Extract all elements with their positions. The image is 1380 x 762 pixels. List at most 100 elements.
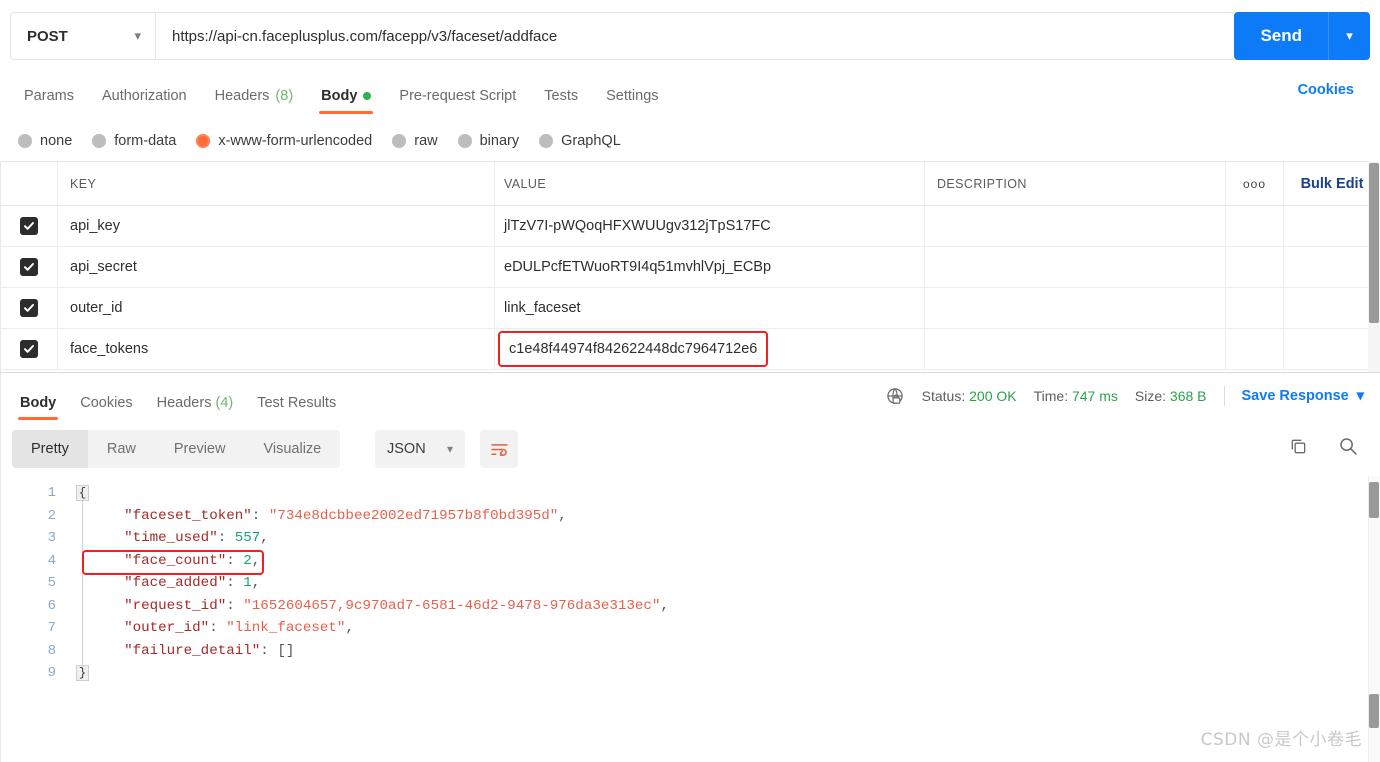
form-data-table: KEY VALUE DESCRIPTION ooo Bulk Edit api_… <box>0 161 1380 372</box>
fold-guide-line <box>82 500 83 668</box>
watermark: CSDN @是个小卷毛 <box>1200 730 1362 750</box>
size-value: 368 B <box>1169 388 1207 404</box>
radio-icon <box>18 134 32 148</box>
row-key-cell[interactable]: api_secret <box>58 247 495 287</box>
row-value-cell[interactable]: jlTzV7I-pWQoqHFXWUUgv312jTpS17FC <box>495 206 925 246</box>
row-key-cell[interactable]: face_tokens <box>58 329 495 369</box>
response-tab-headers[interactable]: Headers (4) <box>145 395 246 420</box>
code-line: "outer_id": "link_faceset", <box>90 617 669 640</box>
response-format-selector[interactable]: JSON ▾ <box>375 430 465 468</box>
row-key-text: face_tokens <box>70 341 149 357</box>
size-label: Size: <box>1134 388 1167 404</box>
line-number: 2 <box>47 507 56 524</box>
row-key-cell[interactable]: outer_id <box>58 288 495 328</box>
http-method-label: POST <box>27 27 68 45</box>
fold-toggle-open[interactable]: { <box>76 485 89 501</box>
json-value: [] <box>277 642 295 659</box>
postman-window: POST ▾ Send ▾ Params Authorization Heade… <box>0 0 1380 762</box>
tab-label: Tests <box>544 88 579 104</box>
save-response-button[interactable]: Save Response ▾ <box>1242 388 1364 404</box>
header-value: VALUE <box>495 162 925 205</box>
line-number: 7 <box>47 620 56 636</box>
row-checkbox-checked[interactable] <box>19 217 38 235</box>
row-checkbox-cell <box>0 247 58 287</box>
table-scrollbar-thumb[interactable] <box>1369 163 1379 323</box>
lock-globe-icon[interactable] <box>886 387 905 406</box>
response-tab-cookies[interactable]: Cookies <box>68 395 144 420</box>
send-options-chevron-down-icon[interactable]: ▾ <box>1328 12 1370 60</box>
row-options-cell <box>1226 329 1284 369</box>
radio-none[interactable]: none <box>18 133 72 149</box>
view-raw[interactable]: Raw <box>88 430 155 468</box>
chevron-down-icon: ▾ <box>134 28 141 43</box>
response-tab-body[interactable]: Body <box>8 395 68 420</box>
request-url-bar: POST ▾ Send ▾ <box>0 0 1380 72</box>
copy-icon[interactable] <box>1289 437 1308 456</box>
json-key: "face_count" <box>124 552 227 569</box>
response-toolbar-actions <box>1289 436 1358 456</box>
tab-label: Body <box>321 88 358 104</box>
table-options-icon[interactable]: ooo <box>1226 162 1284 205</box>
row-key-cell[interactable]: api_key <box>58 206 495 246</box>
size-group: Size: 368 B <box>1135 388 1207 404</box>
tab-body[interactable]: Body <box>307 88 385 114</box>
tab-label: Body <box>20 395 57 411</box>
url-input-wrapper: POST ▾ <box>10 12 1242 60</box>
code-line: "failure_detail": [] <box>90 640 669 663</box>
table-header-row: KEY VALUE DESCRIPTION ooo Bulk Edit <box>0 161 1380 206</box>
line-number: 4 <box>47 552 56 569</box>
tab-authorization[interactable]: Authorization <box>88 88 201 114</box>
view-visualize[interactable]: Visualize <box>244 430 340 468</box>
status-value: 200 OK <box>969 388 1017 404</box>
row-value-cell[interactable]: c1e48f44974f842622448dc7964712e6 <box>495 329 925 369</box>
view-preview[interactable]: Preview <box>155 430 245 468</box>
fold-toggle-close[interactable]: } <box>76 665 89 681</box>
row-value-cell[interactable]: link_faceset <box>495 288 925 328</box>
view-pretty[interactable]: Pretty <box>12 430 88 468</box>
tab-headers[interactable]: Headers (8) <box>201 88 308 114</box>
word-wrap-icon[interactable] <box>480 430 518 468</box>
json-value: "734e8dcbbee2002ed71957b8f0bd395d" <box>268 507 559 524</box>
radio-form-data[interactable]: form-data <box>92 133 176 149</box>
row-value-cell[interactable]: eDULPcfETWuoRT9I4q51mvhlVpj_ECBp <box>495 247 925 287</box>
tab-label: Cookies <box>80 395 133 411</box>
code-scrollbar-thumb-bottom[interactable] <box>1369 694 1379 728</box>
radio-label: none <box>40 133 73 149</box>
tab-params[interactable]: Params <box>10 88 88 114</box>
table-row: face_tokens c1e48f44974f842622448dc79647… <box>0 329 1380 370</box>
row-checkbox-checked[interactable] <box>19 258 38 276</box>
response-tab-test-results[interactable]: Test Results <box>245 395 348 420</box>
tab-settings[interactable]: Settings <box>592 88 672 114</box>
http-method-selector[interactable]: POST ▾ <box>11 13 156 59</box>
bulk-edit-button[interactable]: Bulk Edit <box>1284 162 1380 205</box>
radio-x-www-form-urlencoded[interactable]: x-www-form-urlencoded <box>196 133 372 149</box>
send-button[interactable]: Send <box>1234 12 1328 60</box>
tab-pre-request-script[interactable]: Pre-request Script <box>385 88 530 114</box>
row-description-cell[interactable] <box>925 206 1226 246</box>
row-checkbox-checked[interactable] <box>19 299 38 317</box>
radio-raw[interactable]: raw <box>392 133 438 149</box>
row-checkbox-checked[interactable] <box>19 340 38 358</box>
row-description-cell[interactable] <box>925 247 1226 287</box>
cookies-link[interactable]: Cookies <box>1298 82 1354 98</box>
row-description-cell[interactable] <box>925 288 1226 328</box>
search-icon[interactable] <box>1338 436 1358 456</box>
tab-label: Headers <box>214 88 270 104</box>
request-url-input[interactable] <box>156 13 1241 59</box>
code-line: "time_used": 557, <box>90 527 669 550</box>
json-key: "faceset_token" <box>124 507 252 524</box>
tab-tests[interactable]: Tests <box>530 88 592 114</box>
tab-label: Headers <box>156 395 212 411</box>
radio-binary[interactable]: binary <box>457 133 519 149</box>
json-comma: , <box>558 507 567 524</box>
row-description-cell[interactable] <box>925 329 1226 369</box>
code-scrollbar-thumb-top[interactable] <box>1369 482 1379 518</box>
line-number-gutter: 1 2 3 4 5 6 7 8 9 <box>0 476 68 762</box>
radio-graphql[interactable]: GraphQL <box>539 133 621 149</box>
row-key-text: api_secret <box>70 259 137 275</box>
code-lines: "faceset_token": "734e8dcbbee2002ed71957… <box>82 482 669 685</box>
radio-selected-icon <box>196 134 211 148</box>
header-description: DESCRIPTION <box>925 162 1226 205</box>
